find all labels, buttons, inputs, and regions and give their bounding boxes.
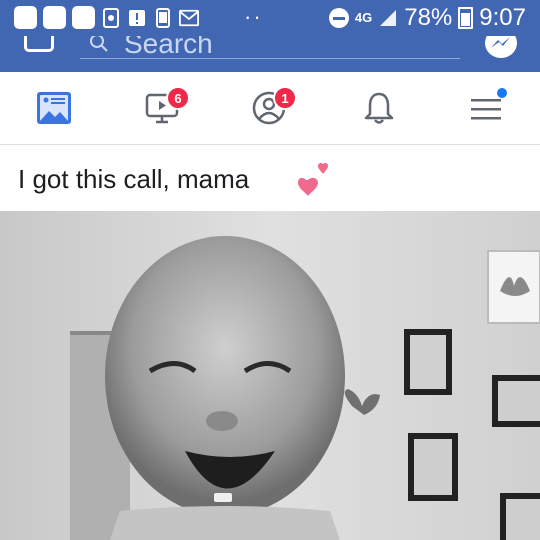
videos-badge: 6: [166, 86, 190, 110]
main-navigation: 6 1: [0, 72, 540, 145]
post-text: I got this call, mama: [18, 164, 250, 194]
tab-notifications[interactable]: [355, 84, 403, 132]
tab-menu[interactable]: [462, 84, 510, 132]
network-type: 4G: [354, 10, 373, 25]
notification-square-icon: [43, 6, 66, 29]
more-notifications-indicator: ··: [244, 4, 263, 29]
bell-icon: [364, 92, 394, 124]
status-bar: ·· 4G 78% 9:07: [0, 0, 540, 36]
search-input[interactable]: Search: [80, 36, 460, 59]
system-status: 4G 78% 9:07: [328, 4, 526, 32]
messenger-icon[interactable]: [483, 36, 519, 62]
phone-icon: [153, 7, 173, 29]
alert-icon: [127, 7, 147, 29]
notification-icons: [14, 6, 199, 29]
news-feed-icon: [37, 92, 71, 124]
baby-photo: [0, 211, 540, 540]
menu-notification-dot: [497, 88, 507, 98]
phone-sync-icon: [101, 7, 121, 29]
clock: 9:07: [479, 4, 526, 31]
tab-friends[interactable]: 1: [245, 84, 297, 132]
search-placeholder: Search: [124, 36, 213, 59]
notification-square-icon: [14, 6, 37, 29]
friends-badge: 1: [273, 86, 297, 110]
app-header: Search: [0, 36, 540, 72]
do-not-disturb-icon: [328, 8, 349, 28]
gmail-icon: [179, 7, 199, 29]
notification-square-icon: [72, 6, 95, 29]
tab-watch[interactable]: 6: [138, 84, 190, 132]
camera-icon[interactable]: [24, 36, 54, 52]
two-hearts-icon: [298, 162, 328, 196]
tab-news-feed[interactable]: [30, 84, 78, 132]
search-icon: [90, 36, 108, 52]
signal-icon: [380, 10, 397, 26]
battery-icon: [458, 7, 474, 29]
post-photo[interactable]: [0, 211, 540, 540]
battery-percent: 78%: [404, 4, 453, 31]
